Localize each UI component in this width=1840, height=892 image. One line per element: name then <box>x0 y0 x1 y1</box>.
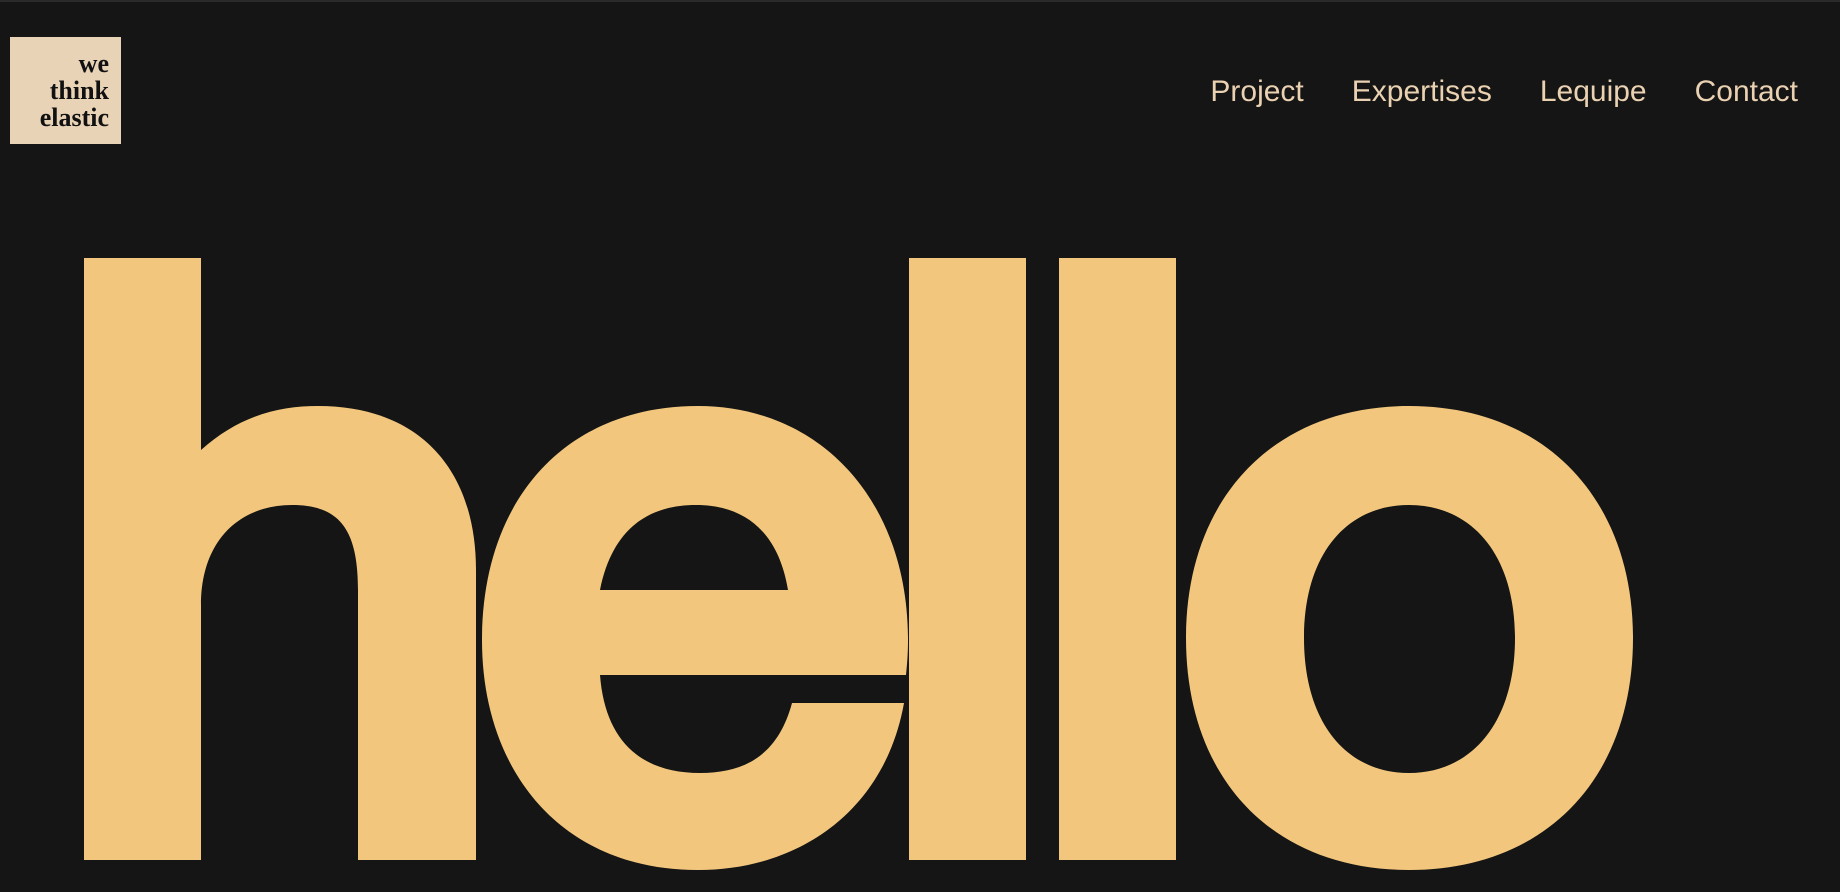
hero-headline-letters <box>84 258 1633 870</box>
letter-o <box>1186 406 1633 870</box>
hero-headline <box>0 0 1840 892</box>
letter-h <box>84 258 476 860</box>
letter-e <box>482 406 908 870</box>
letter-l-first <box>909 258 1026 860</box>
letter-l-second <box>1059 258 1176 860</box>
